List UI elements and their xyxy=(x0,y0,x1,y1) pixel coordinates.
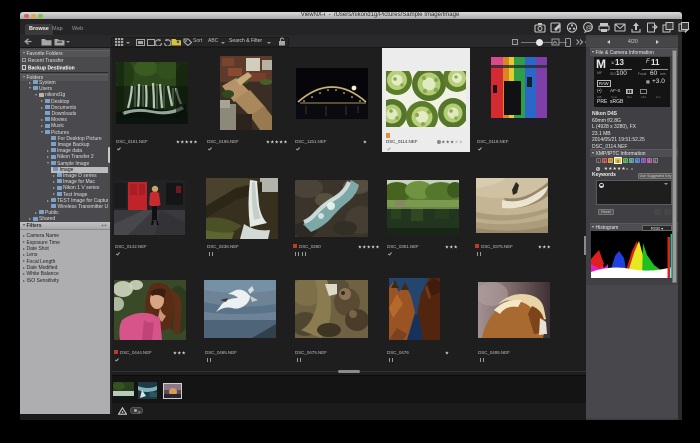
svg-text:@: @ xyxy=(586,24,593,31)
